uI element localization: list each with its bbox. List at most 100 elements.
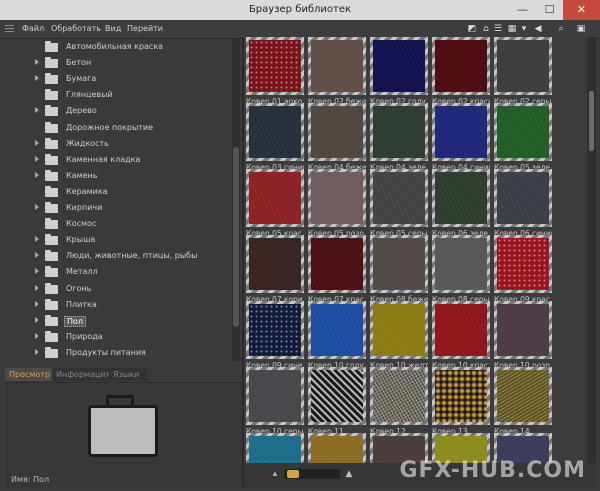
- expand-arrow-icon[interactable]: [35, 75, 39, 82]
- expand-arrow-icon[interactable]: [35, 284, 39, 291]
- material-thumbnail[interactable]: Ковер 04 беже...: [308, 103, 366, 173]
- material-thumbnail[interactable]: Ковер 08 серый: [432, 235, 490, 305]
- material-thumbnail[interactable]: Ковер 06 зеле...: [432, 169, 490, 239]
- tree-scrollbar[interactable]: [232, 39, 240, 361]
- material-thumbnail[interactable]: Ковер 02 голу...: [370, 37, 428, 107]
- expand-arrow-icon[interactable]: [35, 59, 39, 66]
- zoom-out-icon[interactable]: ▴: [270, 469, 280, 479]
- expand-arrow-icon[interactable]: [35, 300, 39, 307]
- tree-item-label: Камень: [66, 170, 98, 180]
- material-swatch: [249, 436, 301, 463]
- expand-arrow-icon[interactable]: [35, 204, 39, 210]
- list-view-icon[interactable]: ☰: [492, 23, 504, 35]
- material-thumbnail[interactable]: [246, 433, 304, 463]
- material-thumbnail[interactable]: [308, 433, 366, 463]
- material-thumbnail[interactable]: Ковер 05 крас...: [246, 169, 304, 239]
- material-swatch: [373, 40, 425, 92]
- thumbnail-frame: [246, 433, 304, 463]
- material-thumbnail[interactable]: Ковер 14: [494, 367, 552, 437]
- material-thumbnail[interactable]: Ковер 01 арко...: [246, 37, 304, 107]
- material-thumbnail[interactable]: Ковер 05 серый: [370, 169, 428, 239]
- expand-arrow-icon[interactable]: [35, 155, 39, 162]
- tree-item[interactable]: Дерево: [5, 103, 230, 119]
- dropdown-icon[interactable]: ▾: [518, 23, 530, 35]
- maximize-button[interactable]: ☐: [537, 0, 562, 20]
- expand-arrow-icon[interactable]: [35, 107, 39, 114]
- tab-info[interactable]: Информация: [52, 368, 112, 381]
- tree-item[interactable]: Бумага: [5, 71, 230, 87]
- menu-file[interactable]: Файл: [22, 24, 44, 33]
- zoom-slider[interactable]: [284, 469, 340, 479]
- tree-item[interactable]: Дорожное покрытие: [5, 120, 230, 136]
- tree-item[interactable]: Жидкость: [5, 136, 230, 152]
- material-thumbnail[interactable]: Ковер 04 синий: [432, 103, 490, 173]
- tree-item[interactable]: Глянцевый: [5, 87, 230, 103]
- tree-item[interactable]: Космос: [5, 216, 230, 232]
- tree-item[interactable]: Природа: [5, 329, 230, 345]
- material-swatch: [373, 238, 425, 290]
- material-thumbnail[interactable]: Ковер 10 серый: [246, 367, 304, 437]
- material-thumbnail[interactable]: Ковер 02 серый: [494, 37, 552, 107]
- expand-arrow-icon[interactable]: [35, 316, 39, 323]
- material-thumbnail[interactable]: Ковер 06 синий: [494, 169, 552, 239]
- expand-arrow-icon[interactable]: [35, 348, 39, 355]
- tree-item[interactable]: Кирпичи: [5, 200, 230, 216]
- expand-arrow-icon[interactable]: [35, 252, 39, 259]
- tree-item[interactable]: Камень: [5, 168, 230, 184]
- tree-item[interactable]: Керамика: [5, 184, 230, 200]
- tree-item[interactable]: Бетон: [5, 55, 230, 71]
- tree-item[interactable]: Люди, животные, птицы, рыбы: [5, 248, 230, 264]
- minimize-button[interactable]: —: [510, 0, 535, 20]
- expand-arrow-icon[interactable]: [35, 236, 39, 243]
- menu-view[interactable]: Вид: [105, 24, 121, 33]
- thumbnail-frame: [246, 37, 304, 95]
- back-icon[interactable]: ◀: [532, 23, 544, 35]
- grip-icon[interactable]: [5, 25, 14, 34]
- search-icon[interactable]: ⌕: [555, 23, 567, 35]
- menu-go[interactable]: Перейти: [127, 24, 163, 33]
- material-thumbnail[interactable]: Ковер 09 крас...: [494, 235, 552, 305]
- material-thumbnail[interactable]: Ковер 07 кори...: [246, 235, 304, 305]
- material-thumbnail[interactable]: Ковер 12: [370, 367, 428, 437]
- material-thumbnail[interactable]: Ковер 02 беже...: [308, 37, 366, 107]
- grid-scrollbar-thumb[interactable]: [589, 91, 594, 151]
- tree-item[interactable]: Продукты питания: [5, 345, 230, 361]
- zoom-slider-knob[interactable]: [287, 470, 299, 478]
- material-thumbnail[interactable]: Ковер 10 розо...: [494, 301, 552, 371]
- material-thumbnail[interactable]: Ковер 03 синий: [246, 103, 304, 173]
- material-thumbnail[interactable]: Ковер 11: [308, 367, 366, 437]
- material-thumbnail[interactable]: Ковер 09 сине ...: [246, 301, 304, 371]
- home-icon[interactable]: ⌂: [480, 23, 492, 35]
- material-thumbnail[interactable]: Ковер 02 красн...: [432, 37, 490, 107]
- tree-item[interactable]: Пол: [5, 313, 230, 329]
- tree-item[interactable]: Плитка: [5, 297, 230, 313]
- zoom-in-icon[interactable]: ▲: [344, 469, 354, 479]
- material-thumbnail[interactable]: Ковер 13: [432, 367, 490, 437]
- material-thumbnail[interactable]: Ковер 10 желт...: [370, 301, 428, 371]
- expand-arrow-icon[interactable]: [35, 139, 39, 146]
- edit-icon[interactable]: ◩: [466, 23, 478, 35]
- material-thumbnail[interactable]: Ковер 05 зеле...: [494, 103, 552, 173]
- material-thumbnail[interactable]: Ковер 10 крас...: [432, 301, 490, 371]
- tree-item[interactable]: Крыша: [5, 232, 230, 248]
- expand-arrow-icon[interactable]: [35, 171, 39, 178]
- tab-languages[interactable]: Языки: [109, 368, 147, 381]
- tree-item[interactable]: Металл: [5, 264, 230, 280]
- close-button[interactable]: ✕: [563, 0, 600, 20]
- panel-toggle-icon[interactable]: ▣: [575, 23, 587, 35]
- tree-item[interactable]: Огонь: [5, 281, 230, 297]
- menu-process[interactable]: Обработать: [51, 24, 101, 33]
- material-thumbnail[interactable]: Ковер 08 беже...: [370, 235, 428, 305]
- grid-view-icon[interactable]: ▦: [506, 23, 518, 35]
- expand-arrow-icon[interactable]: [35, 268, 39, 275]
- tree-item[interactable]: Автомобильная краска: [5, 39, 230, 55]
- material-thumbnail[interactable]: Ковер 05 розо...: [308, 169, 366, 239]
- material-thumbnail[interactable]: Ковер 10 голу...: [308, 301, 366, 371]
- tree-scrollbar-thumb[interactable]: [233, 147, 239, 327]
- material-thumbnail[interactable]: Ковер 07 крас...: [308, 235, 366, 305]
- material-thumbnail[interactable]: Ковер 04 зеле...: [370, 103, 428, 173]
- tab-preview[interactable]: Просмотр: [5, 368, 54, 381]
- expand-arrow-icon[interactable]: [35, 332, 39, 339]
- grid-scrollbar[interactable]: [587, 37, 596, 463]
- tree-item[interactable]: Каменная кладка: [5, 152, 230, 168]
